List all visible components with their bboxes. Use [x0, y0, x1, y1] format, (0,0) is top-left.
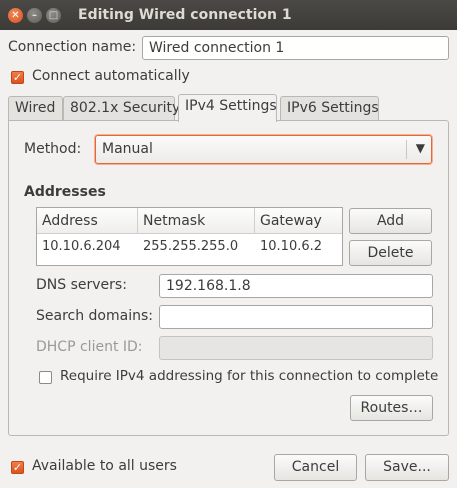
netmask-cell[interactable]: 255.255.255.0	[138, 236, 238, 258]
dns-servers-label: DNS servers:	[36, 277, 127, 293]
available-to-all-users-checkbox[interactable]: ✓	[11, 461, 24, 474]
window-title: Editing Wired connection 1	[78, 7, 292, 23]
column-header-address[interactable]: Address	[37, 208, 138, 234]
tab-8021x-security[interactable]: 802.1x Security	[63, 96, 180, 120]
edit-connection-dialog: ✕ – □ Editing Wired connection 1 Connect…	[0, 0, 457, 488]
minimize-window-button[interactable]: –	[27, 8, 42, 23]
title-bar: ✕ – □ Editing Wired connection 1	[0, 0, 457, 30]
addresses-table: Address Netmask Gateway 10.10.6.204 255.…	[36, 207, 343, 266]
method-value: Manual	[102, 141, 153, 157]
add-address-button[interactable]: Add	[349, 208, 432, 234]
addresses-heading: Addresses	[24, 184, 106, 200]
search-domains-input[interactable]	[159, 305, 433, 329]
chevron-down-icon: ▼	[415, 141, 425, 155]
connect-automatically-checkbox[interactable]: ✓	[11, 71, 24, 84]
dns-servers-input[interactable]: 192.168.1.8	[159, 274, 433, 298]
connection-name-input[interactable]: Wired connection 1	[142, 36, 449, 60]
connect-automatically-label: Connect automatically	[32, 68, 190, 84]
available-to-all-users-label: Available to all users	[32, 458, 177, 474]
delete-address-button[interactable]: Delete	[349, 240, 432, 266]
method-dropdown[interactable]: Manual ▼	[95, 135, 432, 164]
gateway-cell[interactable]: 10.10.6.2	[255, 236, 322, 258]
tab-8021x-security-label: 802.1x Security	[70, 100, 181, 116]
tab-ipv4-settings[interactable]: IPv4 Settings	[178, 94, 277, 122]
routes-button[interactable]: Routes…	[350, 395, 433, 421]
cancel-button[interactable]: Cancel	[274, 454, 357, 481]
tab-ipv6-settings-label: IPv6 Settings	[287, 100, 379, 116]
tab-ipv4-settings-label: IPv4 Settings	[185, 98, 277, 114]
dropdown-separator	[406, 140, 407, 159]
dhcp-client-id-label: DHCP client ID:	[36, 339, 143, 355]
column-header-gateway[interactable]: Gateway	[255, 208, 342, 234]
tab-wired[interactable]: Wired	[8, 96, 63, 120]
column-header-netmask[interactable]: Netmask	[138, 208, 255, 234]
close-window-button[interactable]: ✕	[8, 8, 23, 23]
save-button[interactable]: Save...	[365, 454, 449, 481]
maximize-window-button[interactable]: □	[46, 8, 61, 23]
tab-wired-label: Wired	[15, 100, 56, 116]
tab-ipv6-settings[interactable]: IPv6 Settings	[280, 96, 379, 120]
require-ipv4-checkbox[interactable]	[39, 371, 52, 384]
connection-name-label: Connection name:	[8, 39, 137, 55]
dhcp-client-id-input	[159, 336, 433, 360]
method-label: Method:	[24, 141, 82, 157]
address-cell[interactable]: 10.10.6.204	[37, 236, 121, 258]
require-ipv4-label: Require IPv4 addressing for this connect…	[60, 368, 439, 384]
search-domains-label: Search domains:	[36, 308, 153, 324]
